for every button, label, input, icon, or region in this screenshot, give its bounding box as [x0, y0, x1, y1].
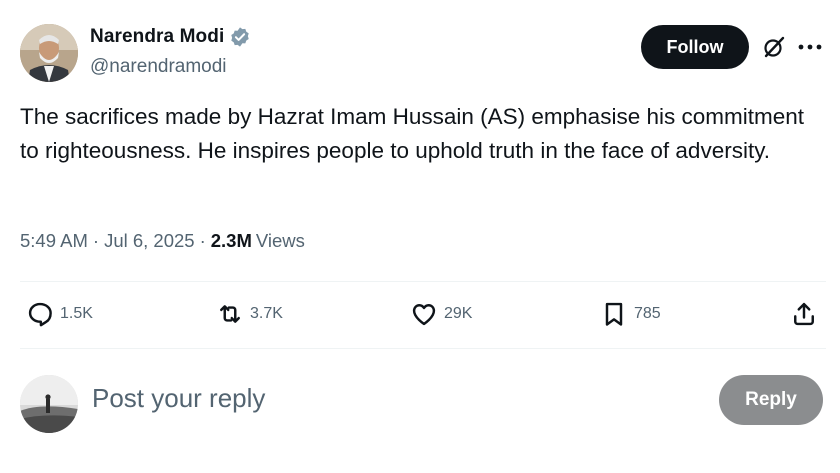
- bookmark-icon: [605, 302, 623, 326]
- author-name-row: Narendra Modi: [90, 26, 251, 48]
- verified-badge-icon[interactable]: [229, 26, 251, 48]
- tweet-date[interactable]: Jul 6, 2025: [104, 230, 195, 252]
- like-count: 29K: [444, 305, 473, 322]
- reply-icon: [28, 302, 52, 327]
- tweet-card: Narendra Modi @narendramodi Follow The s…: [0, 0, 840, 473]
- like-button[interactable]: 29K: [410, 300, 472, 328]
- repost-count: 3.7K: [250, 305, 283, 322]
- reply-submit-button[interactable]: Reply: [719, 375, 823, 425]
- divider: [20, 281, 826, 282]
- share-button[interactable]: [790, 300, 818, 328]
- tweet-time[interactable]: 5:49 AM: [20, 230, 88, 252]
- grok-icon[interactable]: [762, 35, 786, 59]
- meta-separator: ·: [92, 230, 100, 251]
- reply-count: 1.5K: [60, 305, 93, 322]
- repost-icon: [220, 305, 240, 323]
- bookmark-button[interactable]: 785: [600, 300, 661, 328]
- views-label: Views: [255, 230, 305, 251]
- meta-separator: ·: [199, 230, 206, 251]
- current-user-avatar: [20, 375, 78, 433]
- share-icon: [794, 302, 814, 326]
- author-handle[interactable]: @narendramodi: [90, 56, 227, 78]
- author-avatar[interactable]: [20, 24, 78, 82]
- author-display-name[interactable]: Narendra Modi: [90, 26, 224, 48]
- tweet-text: The sacrifices made by Hazrat Imam Hussa…: [20, 104, 804, 163]
- divider: [20, 348, 826, 349]
- tweet-meta: 5:49 AM · Jul 6, 2025 · 2.3M Views: [20, 230, 305, 252]
- reply-input[interactable]: Post your reply: [92, 383, 265, 414]
- views-count: 2.3M: [210, 230, 252, 251]
- heart-icon: [412, 304, 436, 326]
- bookmark-count: 785: [634, 305, 661, 322]
- more-icon[interactable]: [796, 38, 824, 56]
- reply-button[interactable]: 1.5K: [26, 300, 93, 328]
- follow-button[interactable]: Follow: [641, 25, 749, 69]
- repost-button[interactable]: 3.7K: [216, 300, 283, 328]
